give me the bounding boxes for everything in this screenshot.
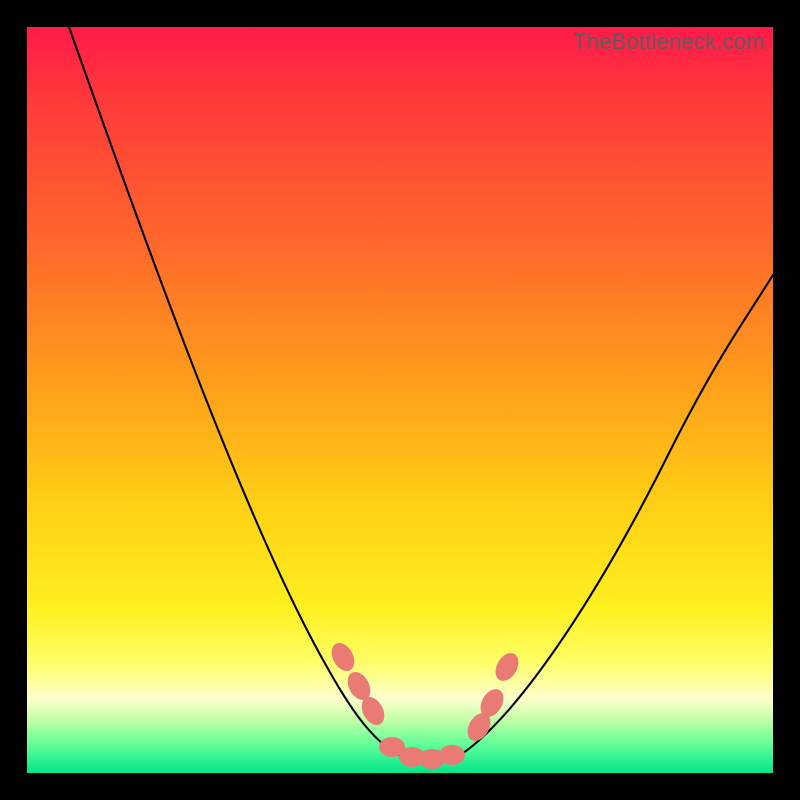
bottleneck-curve-right	[457, 275, 773, 757]
marker-dot	[327, 639, 359, 675]
curve-layer	[27, 27, 773, 773]
marker-dot	[439, 745, 465, 765]
marker-dot	[491, 649, 523, 685]
chart-stage: TheBottleneck.com	[0, 0, 800, 800]
plot-area: TheBottleneck.com	[27, 27, 773, 773]
bottleneck-curve-left	[69, 27, 407, 759]
